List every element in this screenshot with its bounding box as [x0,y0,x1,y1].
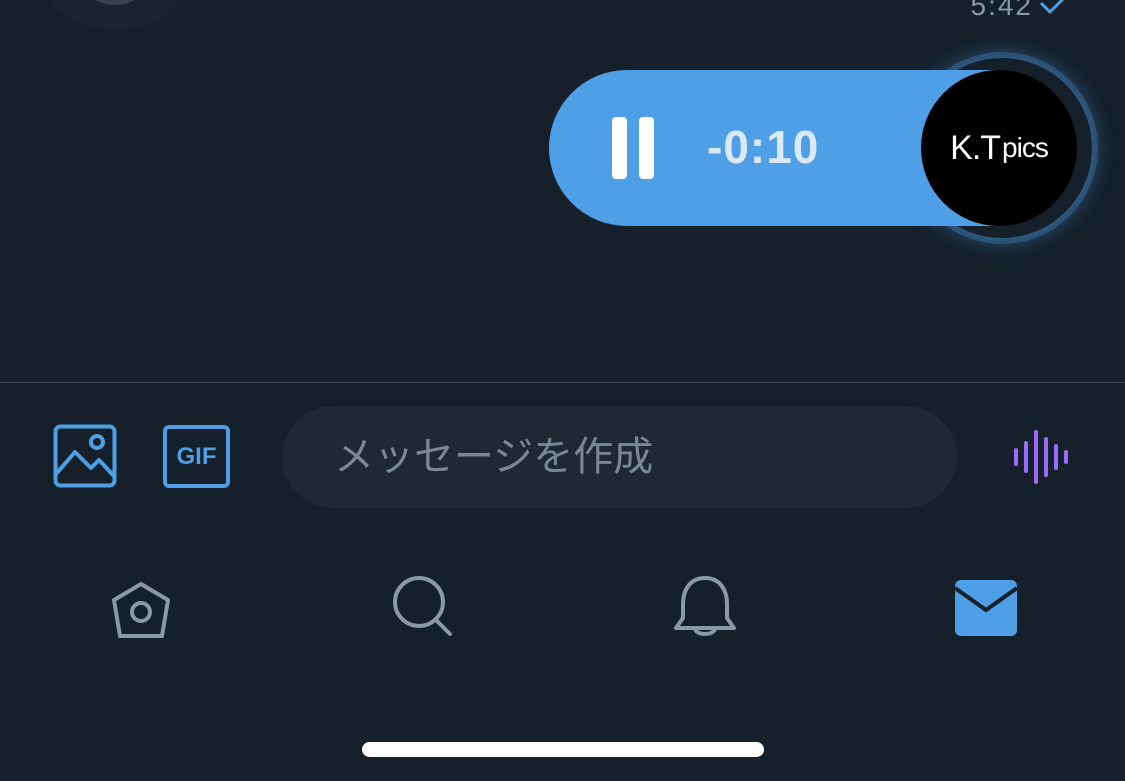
tab-notifications[interactable] [670,572,740,642]
avatar-text-sub: pics [1002,132,1049,163]
tab-search[interactable] [388,572,458,642]
read-check-icon [1040,0,1065,14]
message-timestamp: 5:42 [970,0,1033,21]
avatar-text-main: K.T [950,128,1001,167]
voice-remaining-time: -0:10 [707,121,820,173]
add-image-button[interactable] [53,424,117,488]
partner-avatar[interactable] [40,0,190,30]
message-input[interactable] [282,406,957,508]
add-gif-button[interactable]: GIF [163,425,230,488]
waveform-icon [1014,430,1068,484]
voice-record-button[interactable] [1012,428,1070,486]
tab-home[interactable] [106,572,176,642]
pause-icon[interactable] [610,117,656,179]
tab-messages[interactable] [951,572,1021,642]
gif-icon: GIF [163,425,230,488]
search-icon [393,576,452,636]
home-indicator [362,742,764,757]
tab-bar [0,560,1125,660]
home-icon [112,582,170,638]
image-icon [53,424,117,488]
composer-divider [0,382,1125,383]
sender-avatar[interactable]: K.T pics [921,70,1077,226]
bell-icon [674,576,736,636]
mail-icon [953,580,1019,636]
